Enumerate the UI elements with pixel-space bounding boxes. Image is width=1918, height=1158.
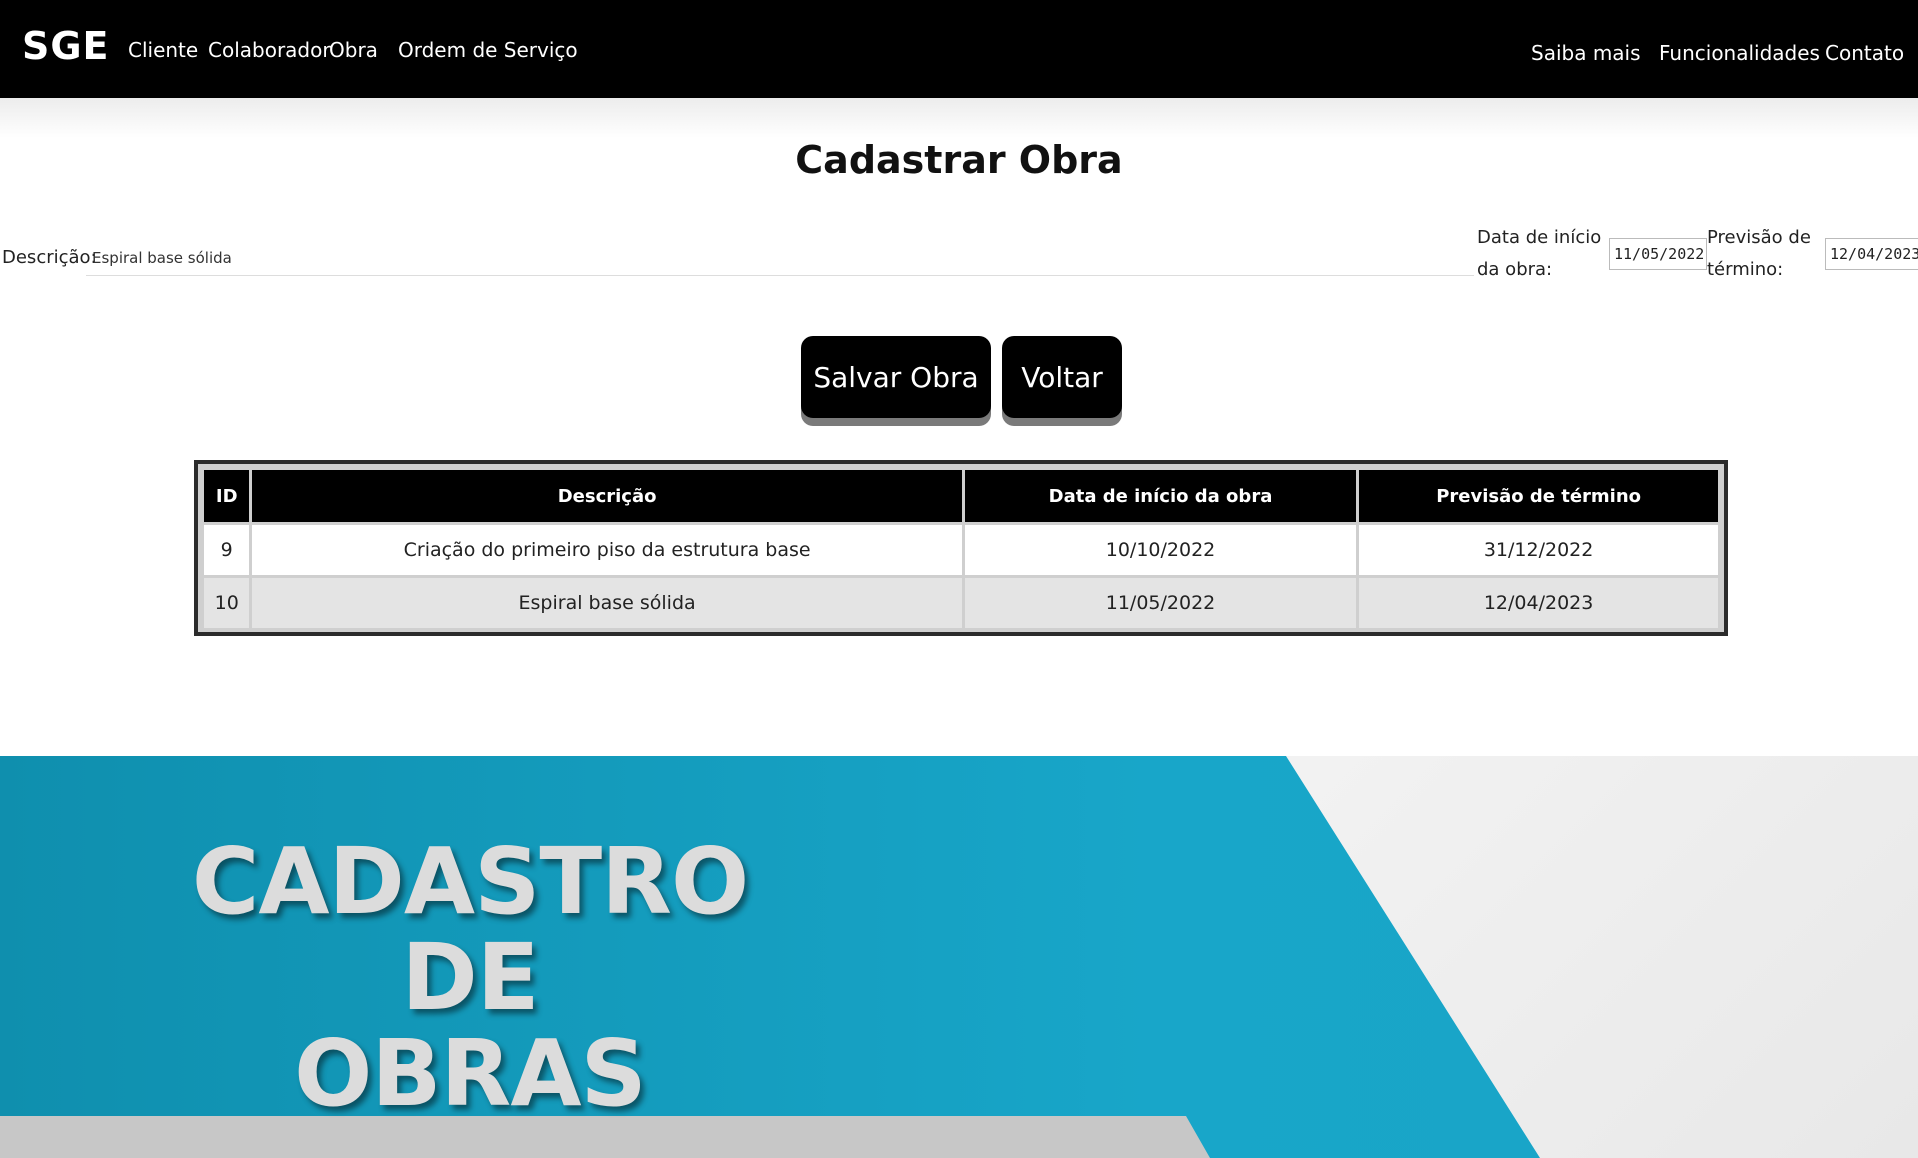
cell-previsao-termino: 31/12/2022 — [1359, 525, 1718, 575]
cell-previsao-termino: 12/04/2023 — [1359, 578, 1718, 628]
obras-table: ID Descrição Data de início da obra Prev… — [194, 460, 1728, 636]
end-date-label-line1: Previsão de — [1707, 227, 1811, 248]
end-date-label-line2: término: — [1707, 259, 1784, 280]
start-date-value: 11/05/2022 — [1614, 245, 1705, 263]
cell-data-inicio: 11/05/2022 — [964, 578, 1357, 628]
description-label: Descrição: — [2, 247, 97, 268]
start-date-label: Data de início da obra: — [1477, 222, 1601, 286]
banner-title: CADASTRO DE OBRAS — [110, 834, 830, 1122]
end-date-input[interactable]: 12/04/2023 📅 — [1825, 238, 1918, 270]
nav-item-colaborador[interactable]: Colaborador — [208, 38, 331, 62]
nav-item-contato[interactable]: Contato — [1825, 41, 1904, 65]
banner-title-line1: CADASTRO DE — [191, 828, 749, 1031]
description-input[interactable] — [86, 240, 1474, 276]
brand-logo[interactable]: SGE — [22, 24, 110, 68]
save-obra-button[interactable]: Salvar Obra — [801, 336, 991, 418]
col-header-descricao: Descrição — [252, 470, 962, 522]
top-navbar: SGE Cliente Colaborador Obra Ordem de Se… — [0, 0, 1918, 98]
end-date-value: 12/04/2023 — [1830, 245, 1918, 263]
nav-item-saiba-mais[interactable]: Saiba mais — [1531, 41, 1641, 65]
cell-id: 9 — [204, 525, 250, 575]
back-button[interactable]: Voltar — [1002, 336, 1122, 418]
nav-item-cliente[interactable]: Cliente — [128, 38, 198, 62]
table-row[interactable]: 10 Espiral base sólida 11/05/2022 12/04/… — [204, 578, 1718, 628]
start-date-input[interactable]: 11/05/2022 📅 — [1609, 238, 1707, 270]
nav-item-ordem-de-servico[interactable]: Ordem de Serviço — [398, 38, 578, 62]
col-header-data-inicio: Data de início da obra — [964, 470, 1357, 522]
page-content: Cadastrar Obra Descrição: Data de início… — [0, 98, 1918, 758]
nav-item-funcionalidades[interactable]: Funcionalidades — [1659, 41, 1820, 65]
table-row[interactable]: 9 Criação do primeiro piso da estrutura … — [204, 525, 1718, 575]
start-date-label-line2: da obra: — [1477, 259, 1553, 280]
end-date-label: Previsão de término: — [1707, 222, 1811, 286]
cell-data-inicio: 10/10/2022 — [964, 525, 1357, 575]
col-header-previsao-termino: Previsão de término — [1359, 470, 1718, 522]
cell-descricao: Espiral base sólida — [252, 578, 962, 628]
banner-title-line2: OBRAS — [294, 1020, 647, 1127]
col-header-id: ID — [204, 470, 250, 522]
page-title: Cadastrar Obra — [795, 138, 1123, 182]
nav-item-obra[interactable]: Obra — [329, 38, 378, 62]
start-date-label-line1: Data de início — [1477, 227, 1602, 248]
cell-descricao: Criação do primeiro piso da estrutura ba… — [252, 525, 962, 575]
cell-id: 10 — [204, 578, 250, 628]
table-header-row: ID Descrição Data de início da obra Prev… — [204, 470, 1718, 522]
